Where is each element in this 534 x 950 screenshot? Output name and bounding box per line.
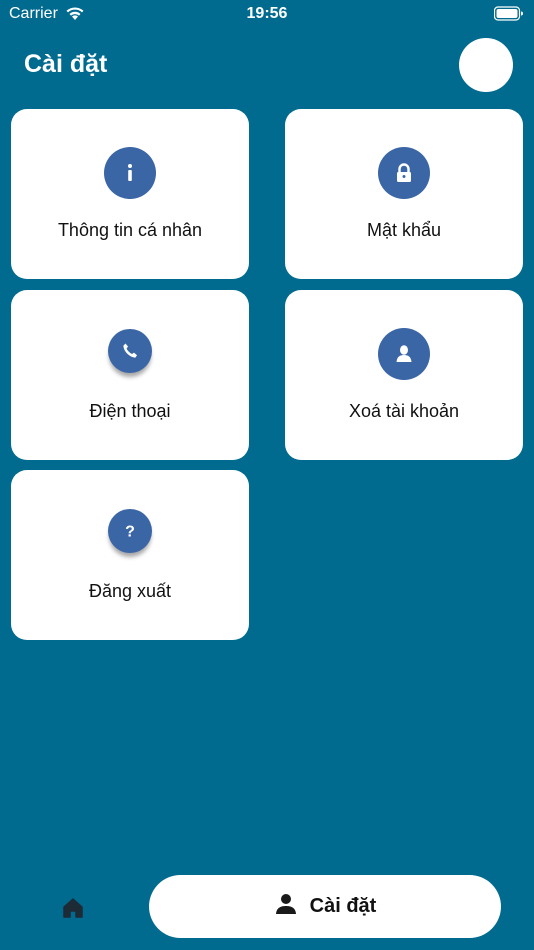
- personal-info-card[interactable]: Thông tin cá nhân: [11, 109, 249, 279]
- avatar[interactable]: [459, 38, 513, 92]
- status-bar: Carrier 19:56: [0, 0, 534, 30]
- phone-label: Điện thoại: [89, 401, 171, 421]
- page-title: Cài đặt: [24, 50, 108, 78]
- delete-account-label: Xoá tài khoản: [348, 401, 460, 421]
- person-icon: [274, 892, 298, 921]
- delete-account-card[interactable]: Xoá tài khoản: [285, 290, 523, 460]
- personal-info-label: Thông tin cá nhân: [57, 220, 203, 240]
- status-time: 19:56: [246, 5, 288, 22]
- phone-card[interactable]: Điện thoại: [11, 290, 249, 460]
- settings-tab[interactable]: Cài đặt: [149, 875, 501, 938]
- user-icon: [378, 328, 430, 380]
- question-icon: ?: [108, 509, 152, 553]
- bottom-nav: Cài đặt: [0, 870, 534, 950]
- info-icon: [104, 147, 156, 199]
- battery-icon: [493, 6, 524, 27]
- password-card[interactable]: Mật khẩu: [285, 109, 523, 279]
- phone-icon: [108, 329, 152, 373]
- home-icon[interactable]: [62, 897, 84, 924]
- lock-icon: [378, 147, 430, 199]
- logout-label: Đăng xuất: [88, 581, 172, 601]
- logout-card[interactable]: ? Đăng xuất: [11, 470, 249, 640]
- svg-text:?: ?: [125, 524, 135, 541]
- password-label: Mật khẩu: [366, 220, 442, 240]
- settings-tab-label: Cài đặt: [309, 895, 377, 917]
